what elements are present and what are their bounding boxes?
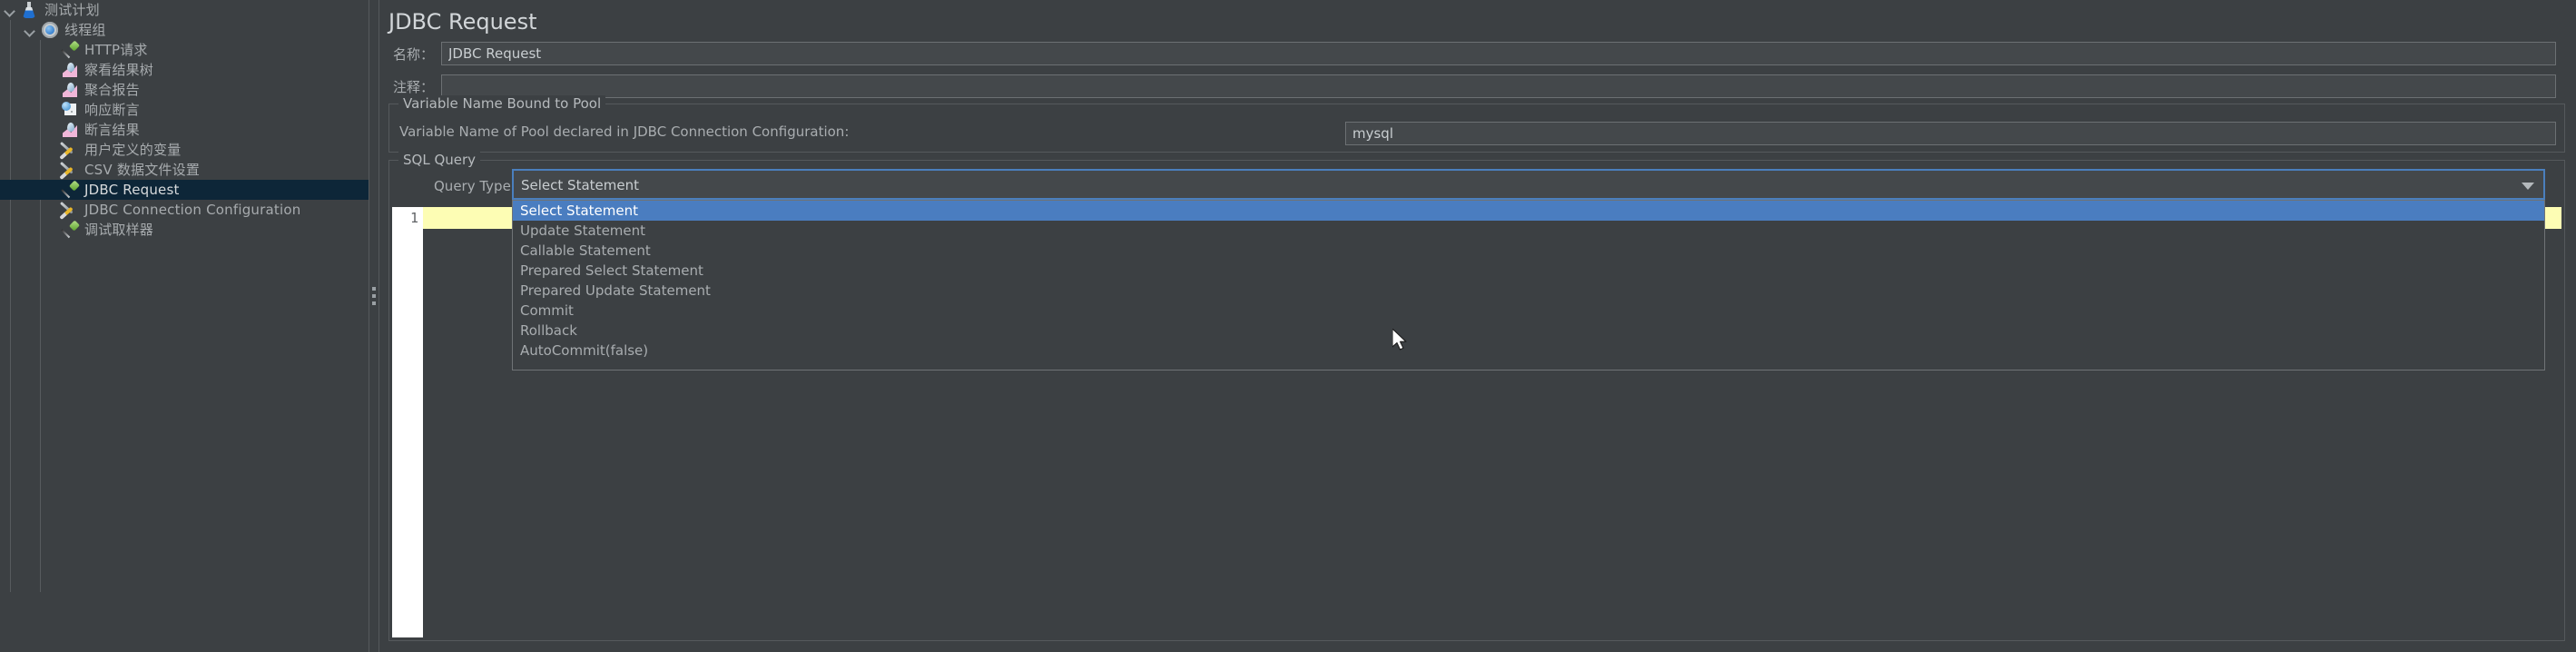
splitter-grip-dot <box>372 301 376 305</box>
tree-item-label: CSV 数据文件设置 <box>84 162 201 178</box>
name-input[interactable] <box>441 42 2556 65</box>
wrench-icon <box>60 200 80 220</box>
chevron-down-icon[interactable] <box>0 0 20 20</box>
name-label: 名称： <box>392 45 434 63</box>
name-row: 名称： <box>388 42 2567 65</box>
chevron-down-icon[interactable] <box>20 20 40 40</box>
tree-item-label: JDBC Request <box>84 182 180 198</box>
wrench-icon <box>60 140 80 160</box>
tree-item-1[interactable]: 线程组 <box>0 20 369 40</box>
tree-item-label: 聚合报告 <box>84 82 140 98</box>
tree-item-label: 测试计划 <box>44 2 100 18</box>
editor-gutter: 1 <box>392 207 423 637</box>
dropdown-option-0[interactable]: Select Statement <box>513 201 2544 221</box>
sql-query-group-title: SQL Query <box>398 152 481 168</box>
tree-item-4[interactable]: 聚合报告 <box>0 80 369 100</box>
dropdown-option-3[interactable]: Prepared Select Statement <box>513 261 2544 281</box>
pool-row: Variable Name of Pool declared in JDBC C… <box>399 123 849 140</box>
tree-item-9[interactable]: JDBC Request <box>0 180 369 200</box>
comment-row: 注释： <box>388 74 2567 98</box>
chart-icon <box>60 60 80 80</box>
tree-item-5[interactable]: 响应断言 <box>0 100 369 120</box>
tree-item-label: HTTP请求 <box>84 42 148 58</box>
query-type-value: Select Statement <box>521 177 639 193</box>
editor-line-number: 1 <box>409 210 418 226</box>
panel-splitter[interactable] <box>369 0 379 652</box>
chart-icon <box>60 120 80 140</box>
tree-item-2[interactable]: HTTP请求 <box>0 40 369 60</box>
flask-icon <box>20 0 40 20</box>
dropdown-option-6[interactable]: Rollback <box>513 321 2544 341</box>
tree-item-0[interactable]: 测试计划 <box>0 0 369 20</box>
splitter-grip-dot <box>372 294 376 298</box>
chevron-down-icon[interactable] <box>2522 183 2534 190</box>
dropdown-option-7[interactable]: AutoCommit(false) <box>513 341 2544 361</box>
pool-label: Variable Name of Pool declared in JDBC C… <box>399 123 850 140</box>
dropdown-option-4[interactable]: Prepared Update Statement <box>513 281 2544 301</box>
tree-item-label: 响应断言 <box>84 102 140 118</box>
query-type-label: Query Type: <box>434 178 516 194</box>
pipette-icon <box>60 40 80 60</box>
tree-item-label: 用户定义的变量 <box>84 142 182 158</box>
tree-item-label: JDBC Connection Configuration <box>84 202 301 218</box>
tree-item-label: 线程组 <box>64 22 106 38</box>
test-plan-tree[interactable]: 测试计划线程组 HTTP请求 察看结果树聚合报告响应断言断言结果用户定义的变量 CSV… <box>0 0 369 652</box>
comment-label: 注释： <box>392 78 434 95</box>
pipette-icon <box>60 180 80 200</box>
tree-item-11[interactable]: 调试取样器 <box>0 220 369 240</box>
magnify-icon <box>60 100 80 120</box>
tree-item-label: 调试取样器 <box>84 222 154 238</box>
tree-item-label: 断言结果 <box>84 122 140 138</box>
query-type-combobox[interactable]: Select Statement <box>512 169 2545 200</box>
page-title: JDBC Request <box>388 9 537 35</box>
gear-icon <box>40 20 60 40</box>
jmeter-window: 测试计划线程组 HTTP请求 察看结果树聚合报告响应断言断言结果用户定义的变量 CSV… <box>0 0 2576 652</box>
chart-icon <box>60 80 80 100</box>
tree-item-3[interactable]: 察看结果树 <box>0 60 369 80</box>
comment-input[interactable] <box>441 74 2556 98</box>
tree-item-8[interactable]: CSV 数据文件设置 <box>0 160 369 180</box>
splitter-grip-dot <box>372 287 376 291</box>
wrench-icon <box>60 160 80 180</box>
pool-name-input[interactable] <box>1345 122 2556 145</box>
dropdown-option-5[interactable]: Commit <box>513 301 2544 321</box>
variable-name-group-title: Variable Name Bound to Pool <box>398 95 606 112</box>
query-type-dropdown-list[interactable]: Select Statement Update Statement Callable… <box>512 200 2545 370</box>
tree-item-label: 察看结果树 <box>84 62 154 78</box>
jdbc-request-panel: JDBC Request 名称： 注释： Variable Name Bound… <box>379 0 2576 652</box>
tree-item-6[interactable]: 断言结果 <box>0 120 369 140</box>
dropdown-option-1[interactable]: Update Statement <box>513 221 2544 241</box>
dropdown-option-2[interactable]: Callable Statement <box>513 241 2544 261</box>
tree-item-7[interactable]: 用户定义的变量 <box>0 140 369 160</box>
pipette-icon <box>60 220 80 240</box>
tree-item-10[interactable]: JDBC Connection Configuration <box>0 200 369 220</box>
